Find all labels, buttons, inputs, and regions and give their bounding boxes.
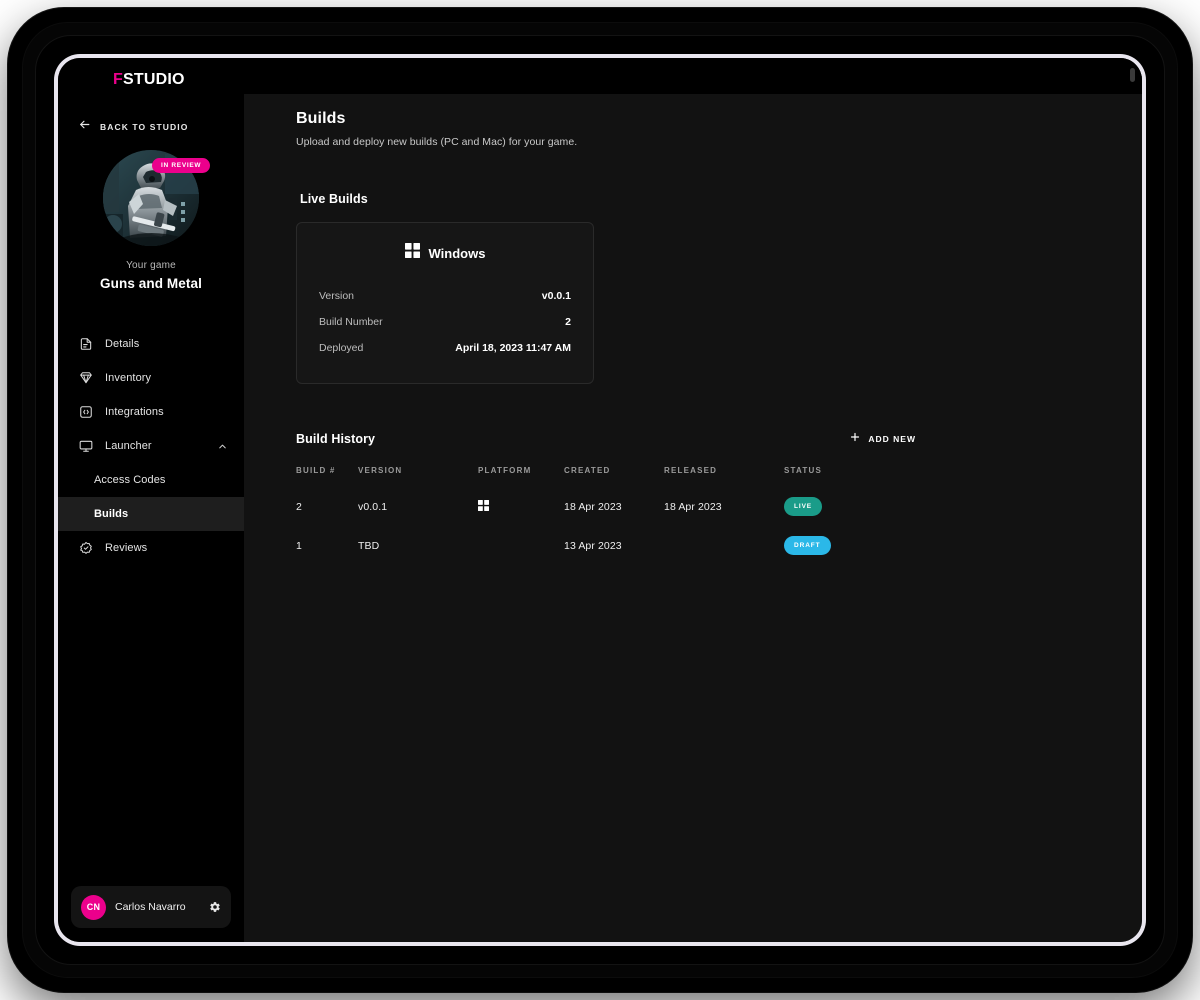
arrow-left-icon <box>78 118 91 136</box>
windows-icon <box>478 499 489 514</box>
column-header-released: RELEASED <box>664 466 718 475</box>
cell-version: v0.0.1 <box>358 500 388 513</box>
sidebar-item-label: Inventory <box>105 372 152 384</box>
row-value: April 18, 2023 11:47 AM <box>455 342 571 354</box>
column-header-created: CREATED <box>564 466 611 475</box>
column-header-platform: PLATFORM <box>478 466 532 475</box>
brand-accent-letter: F <box>113 71 123 88</box>
live-build-platform: Windows <box>319 243 571 263</box>
gear-icon[interactable] <box>209 901 221 913</box>
code-brackets-icon <box>78 405 93 420</box>
row-key: Build Number <box>319 316 383 328</box>
cell-version: TBD <box>358 539 380 552</box>
table-body: 2 v0.0.1 18 Apr 2023 18 Apr 2023 LIVE 1 … <box>296 487 916 565</box>
row-key: Version <box>319 290 355 302</box>
device-bezel-outer: FSTUDIO BACK TO STUDIO IN REVIEW Your ga… <box>22 22 1178 978</box>
sidebar-item-label: Launcher <box>105 440 152 452</box>
document-icon <box>78 337 93 352</box>
sidebar: FSTUDIO BACK TO STUDIO IN REVIEW Your ga… <box>58 58 244 942</box>
sidebar-nav: Details Inventory Integrations Launcher … <box>58 327 244 565</box>
user-name: Carlos Navarro <box>115 901 186 913</box>
live-build-row-build-number: Build Number 2 <box>319 309 571 335</box>
game-caption: Your game <box>126 260 176 271</box>
status-badge[interactable]: LIVE <box>784 497 823 516</box>
chevron-up-icon[interactable] <box>217 441 228 452</box>
build-history-header: Build History ADD NEW <box>296 430 916 448</box>
sidebar-item-label: Reviews <box>105 542 148 554</box>
sidebar-item-label: Builds <box>94 508 129 520</box>
live-builds-heading: Live Builds <box>300 192 368 206</box>
sidebar-item-access-codes[interactable]: Access Codes <box>58 463 244 497</box>
sidebar-item-integrations[interactable]: Integrations <box>58 395 244 429</box>
build-history-heading: Build History <box>296 432 376 446</box>
live-build-row-deployed: Deployed April 18, 2023 11:47 AM <box>319 335 571 361</box>
platform-name: Windows <box>428 245 486 261</box>
cell-status: DRAFT <box>784 536 916 555</box>
sidebar-item-details[interactable]: Details <box>58 327 244 361</box>
scrollbar-thumb[interactable] <box>1130 68 1135 82</box>
live-build-row-version: Version v0.0.1 <box>319 283 571 309</box>
check-badge-icon <box>78 541 93 556</box>
sidebar-item-label: Details <box>105 338 140 350</box>
screen-border: FSTUDIO BACK TO STUDIO IN REVIEW Your ga… <box>54 54 1146 946</box>
cell-build-number: 2 <box>296 500 302 513</box>
brand-logo[interactable]: FSTUDIO <box>58 58 244 102</box>
column-header-status: STATUS <box>784 466 823 475</box>
game-title: Guns and Metal <box>100 276 202 291</box>
cell-build-number: 1 <box>296 539 302 552</box>
add-new-button[interactable]: ADD NEW <box>849 430 916 448</box>
sidebar-item-inventory[interactable]: Inventory <box>58 361 244 395</box>
game-avatar-wrap: IN REVIEW <box>103 150 211 246</box>
table-row[interactable]: 1 TBD 13 Apr 2023 DRAFT <box>296 526 916 565</box>
gem-icon <box>78 371 93 386</box>
add-new-label: ADD NEW <box>868 434 916 444</box>
page-subtitle: Upload and deploy new builds (PC and Mac… <box>296 136 578 148</box>
cell-platform <box>478 499 564 514</box>
row-value: v0.0.1 <box>541 290 571 302</box>
status-badge[interactable]: DRAFT <box>784 536 831 555</box>
main-content: Builds Upload and deploy new builds (PC … <box>244 58 1142 942</box>
monitor-icon <box>78 439 93 454</box>
top-bar <box>244 58 1142 94</box>
table-header: BUILD # VERSION PLATFORM CREATED RELEASE… <box>296 466 916 487</box>
sidebar-item-builds[interactable]: Builds <box>58 497 244 531</box>
sidebar-item-reviews[interactable]: Reviews <box>58 531 244 565</box>
device-frame: FSTUDIO BACK TO STUDIO IN REVIEW Your ga… <box>8 8 1192 992</box>
table-row[interactable]: 2 v0.0.1 18 Apr 2023 18 Apr 2023 LIVE <box>296 487 916 526</box>
game-status-badge: IN REVIEW <box>152 158 211 173</box>
sidebar-item-launcher[interactable]: Launcher <box>58 429 244 463</box>
windows-icon <box>404 243 420 263</box>
live-build-card: Windows Version v0.0.1 Build Number 2 De… <box>296 222 594 384</box>
brand-logo-text: FSTUDIO <box>113 71 185 89</box>
device-bezel-inner: FSTUDIO BACK TO STUDIO IN REVIEW Your ga… <box>35 35 1165 965</box>
page-title: Builds <box>296 110 346 127</box>
cell-created: 13 Apr 2023 <box>564 539 622 552</box>
column-header-version: VERSION <box>358 466 403 475</box>
cell-status: LIVE <box>784 497 916 516</box>
brand-rest-text: STUDIO <box>122 71 185 88</box>
game-summary: IN REVIEW Your game Guns and Metal <box>58 150 244 291</box>
back-to-studio-link[interactable]: BACK TO STUDIO <box>58 102 244 136</box>
sidebar-item-label: Access Codes <box>94 474 166 486</box>
avatar: CN <box>81 894 106 920</box>
cell-created: 18 Apr 2023 <box>564 500 622 513</box>
build-history-table: BUILD # VERSION PLATFORM CREATED RELEASE… <box>296 466 916 565</box>
sidebar-item-label: Integrations <box>105 406 164 418</box>
row-value: 2 <box>565 316 571 328</box>
cell-released: 18 Apr 2023 <box>664 500 722 513</box>
column-header-build: BUILD # <box>296 466 336 475</box>
table-header-row: BUILD # VERSION PLATFORM CREATED RELEASE… <box>296 466 916 487</box>
user-profile-card[interactable]: CN Carlos Navarro <box>71 886 231 928</box>
plus-icon <box>849 430 861 448</box>
app-screen: FSTUDIO BACK TO STUDIO IN REVIEW Your ga… <box>58 58 1142 942</box>
row-key: Deployed <box>319 342 364 354</box>
back-to-studio-label: BACK TO STUDIO <box>100 122 189 132</box>
